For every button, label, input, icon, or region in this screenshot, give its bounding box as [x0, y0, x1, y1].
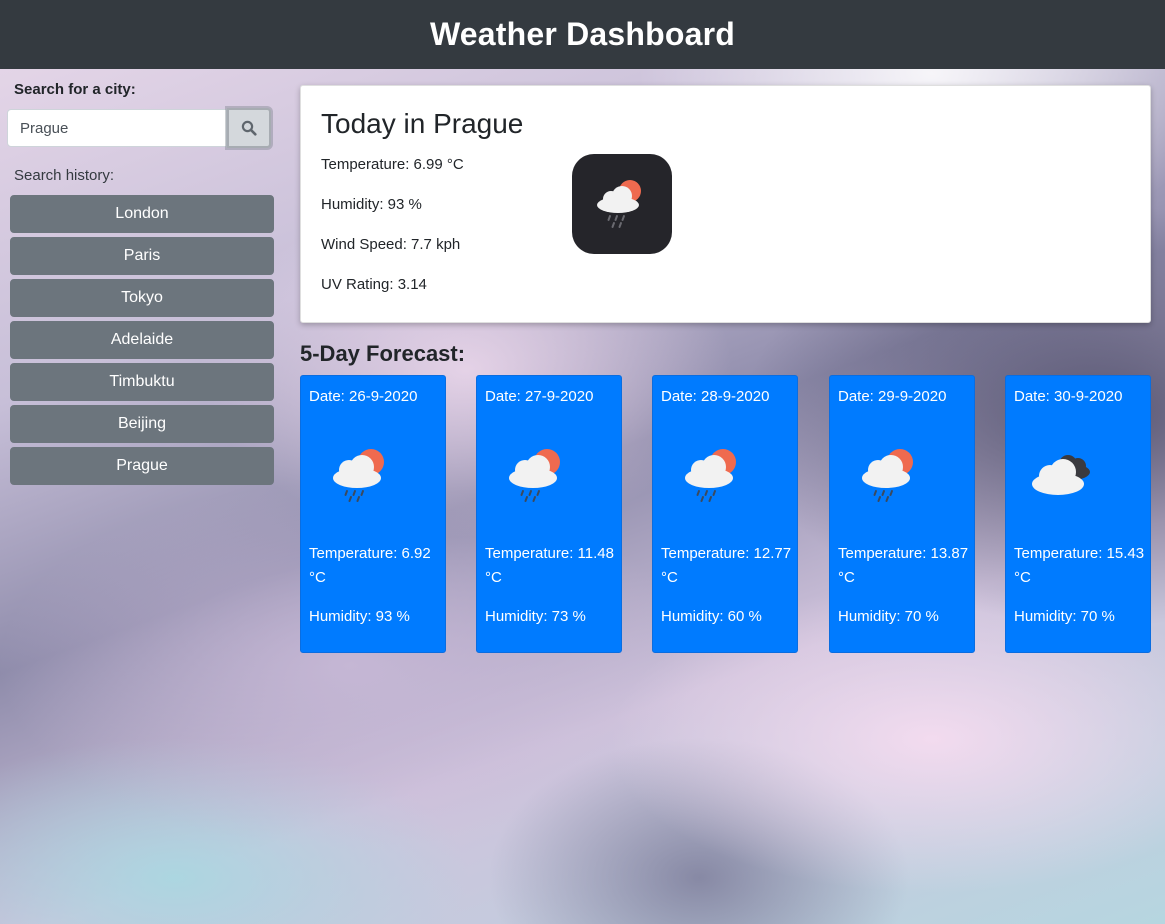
history-button-timbuktu[interactable]: Timbuktu [10, 363, 274, 401]
history-button-paris[interactable]: Paris [10, 237, 274, 275]
forecast-card-day-5: Date: 30-9-2020 Temperature: 15.43 °C Hu… [1005, 375, 1151, 653]
sun-cloud-rain-icon [333, 449, 384, 502]
history-button-london[interactable]: London [10, 195, 274, 233]
forecast-temperature: Temperature: 11.48 °C [485, 545, 614, 586]
search-history-label: Search history: [14, 167, 115, 184]
forecast-card-day-1: Date: 26-9-2020 Temperature: 6.92 °C Hum… [300, 375, 446, 653]
sun-cloud-rain-icon [685, 449, 736, 502]
forecast-card-day-3: Date: 28-9-2020 Temperature: 12.77 °C Hu… [652, 375, 798, 653]
sun-cloud-rain-icon [509, 449, 560, 502]
forecast-date: Date: 28-9-2020 [661, 388, 770, 405]
search-button[interactable] [227, 108, 271, 148]
history-button-beijing[interactable]: Beijing [10, 405, 274, 443]
search-label: Search for a city: [14, 81, 136, 98]
forecast-temperature: Temperature: 15.43 °C [1014, 545, 1145, 586]
current-weather-title: Today in Prague [321, 108, 524, 139]
app-header: Weather Dashboard [0, 0, 1165, 69]
forecast-heading: 5-Day Forecast: [300, 341, 466, 366]
current-humidity: Humidity: 93 % [321, 196, 422, 213]
search-icon [241, 120, 257, 136]
current-wind-speed: Wind Speed: 7.7 kph [321, 236, 461, 253]
forecast-humidity: Humidity: 93 % [309, 608, 410, 625]
forecast-date: Date: 29-9-2020 [838, 388, 947, 405]
forecast-date: Date: 30-9-2020 [1014, 388, 1123, 405]
current-weather-icon-tile [572, 154, 672, 254]
current-weather-card: Today in Prague Temperature: 6.99 °C Hum… [300, 85, 1151, 323]
page-title: Weather Dashboard [429, 16, 736, 52]
current-temperature: Temperature: 6.99 °C [321, 156, 464, 173]
forecast-date: Date: 27-9-2020 [485, 388, 594, 405]
forecast-humidity: Humidity: 70 % [1014, 608, 1115, 625]
clouds-icon [1032, 455, 1090, 495]
forecast-humidity: Humidity: 70 % [838, 608, 939, 625]
forecast-humidity: Humidity: 60 % [661, 608, 762, 625]
forecast-card-day-4: Date: 29-9-2020 Temperature: 13.87 °C Hu… [829, 375, 975, 653]
search-history-list: London Paris Tokyo Adelaide Timbuktu Bei… [10, 195, 274, 489]
forecast-date: Date: 26-9-2020 [309, 388, 418, 405]
sun-cloud-rain-icon [597, 180, 641, 228]
current-uv-rating: UV Rating: 3.14 [321, 276, 427, 293]
forecast-temperature: Temperature: 6.92 °C [309, 545, 431, 586]
sun-cloud-rain-icon [862, 449, 913, 502]
forecast-humidity: Humidity: 73 % [485, 608, 586, 625]
search-input[interactable] [7, 109, 227, 147]
history-button-tokyo[interactable]: Tokyo [10, 279, 274, 317]
history-button-adelaide[interactable]: Adelaide [10, 321, 274, 359]
forecast-temperature: Temperature: 12.77 °C [661, 545, 792, 586]
forecast-card-day-2: Date: 27-9-2020 Temperature: 11.48 °C Hu… [476, 375, 622, 653]
history-button-prague[interactable]: Prague [10, 447, 274, 485]
forecast-temperature: Temperature: 13.87 °C [838, 545, 969, 586]
